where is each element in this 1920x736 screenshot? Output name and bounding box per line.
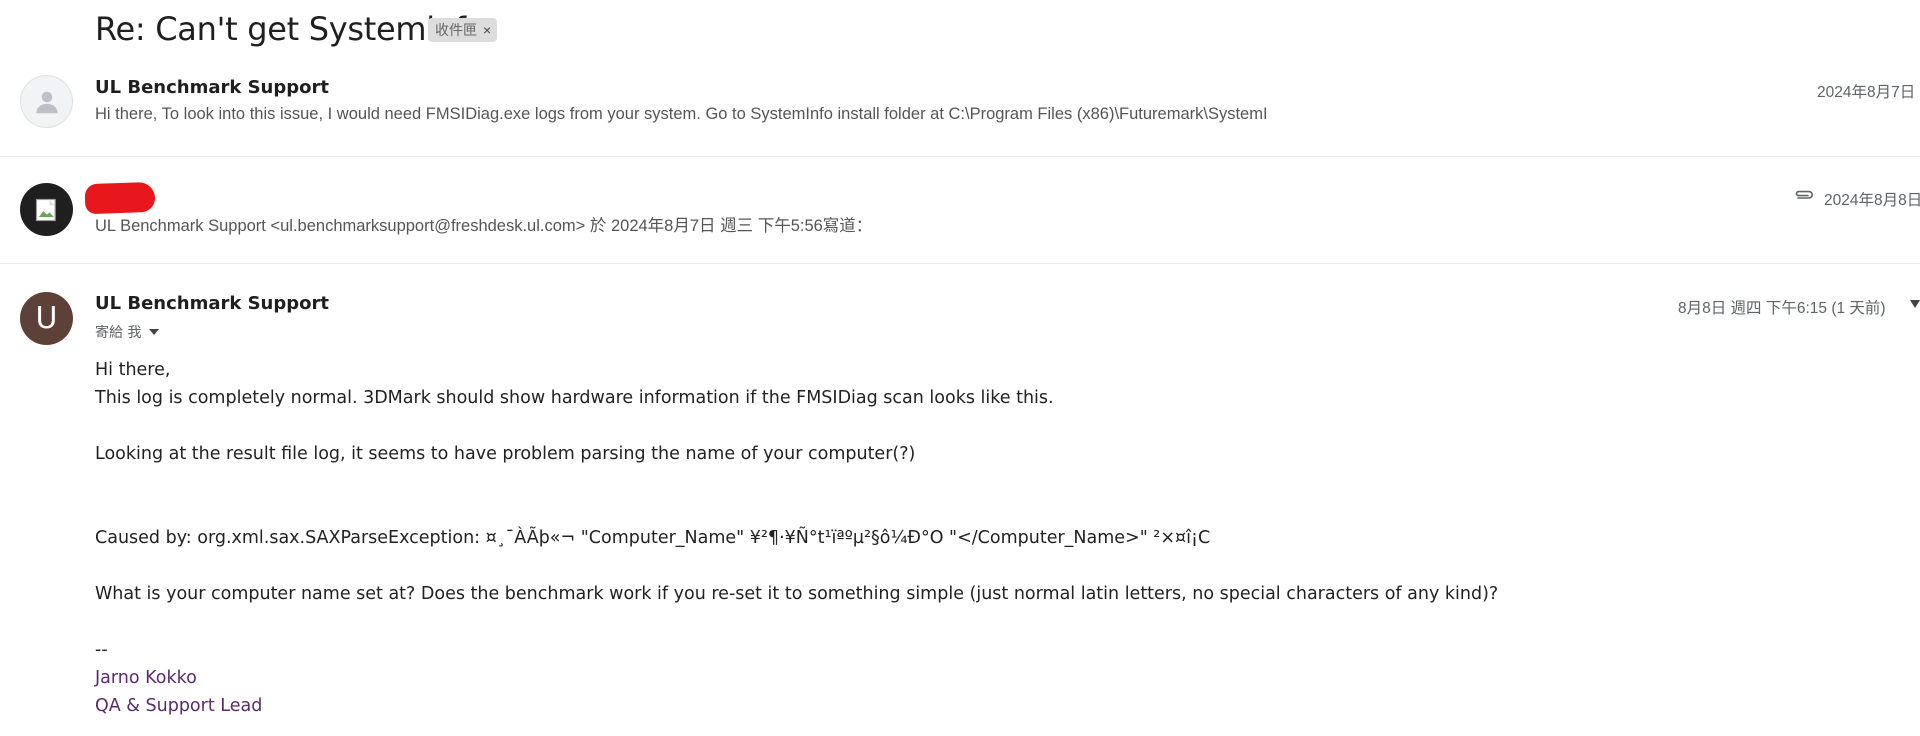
signature-title: QA & Support Lead <box>95 696 263 716</box>
body-line: Caused by: org.xml.sax.SAXParseException… <box>95 528 1211 548</box>
body-line: What is your computer name set at? Does … <box>95 584 1499 604</box>
message-2-date: 2024年8月8日 <box>1824 192 1920 209</box>
redacted-sender-name <box>84 181 156 215</box>
chevron-down-icon <box>149 329 160 335</box>
body-line: Hi there, <box>95 360 171 380</box>
recipient-toggle[interactable]: 寄給 我 <box>95 322 160 342</box>
inbox-label-chip[interactable]: 收件匣 × <box>428 18 498 42</box>
signature-separator: -- <box>95 640 108 660</box>
remove-label-icon[interactable]: × <box>483 22 491 38</box>
message-3-sender[interactable]: UL Benchmark Support <box>95 293 329 314</box>
message-2-snippet: UL Benchmark Support <ul.benchmarksuppor… <box>95 217 873 235</box>
broken-image-icon <box>35 198 56 221</box>
message-2-collapsed[interactable] <box>0 160 1920 260</box>
email-subject: Re: Can't get Systeminfo <box>95 10 486 48</box>
body-line: Looking at the result file log, it seems… <box>95 444 916 464</box>
message-3-date: 8月8日 週四 下午6:15 (1 天前) <box>1678 300 1886 317</box>
sender-avatar-letter: U <box>20 292 73 345</box>
message-1-sender: UL Benchmark Support <box>95 77 329 98</box>
default-avatar-icon <box>20 75 73 128</box>
signature-name: Jarno Kokko <box>95 668 197 688</box>
more-options-chevron-icon[interactable] <box>1910 300 1920 308</box>
paperclip-icon <box>1795 190 1813 199</box>
person-icon <box>35 91 58 113</box>
divider <box>0 263 1920 264</box>
body-line: This log is completely normal. 3DMark sh… <box>95 388 1054 408</box>
recipient-text: 寄給 我 <box>95 325 142 341</box>
sender-avatar <box>20 183 73 236</box>
message-1-date: 2024年8月7日 <box>1817 84 1916 101</box>
divider <box>0 156 1920 157</box>
message-1-snippet: Hi there, To look into this issue, I wou… <box>95 105 1268 123</box>
label-text: 收件匣 <box>435 22 477 38</box>
